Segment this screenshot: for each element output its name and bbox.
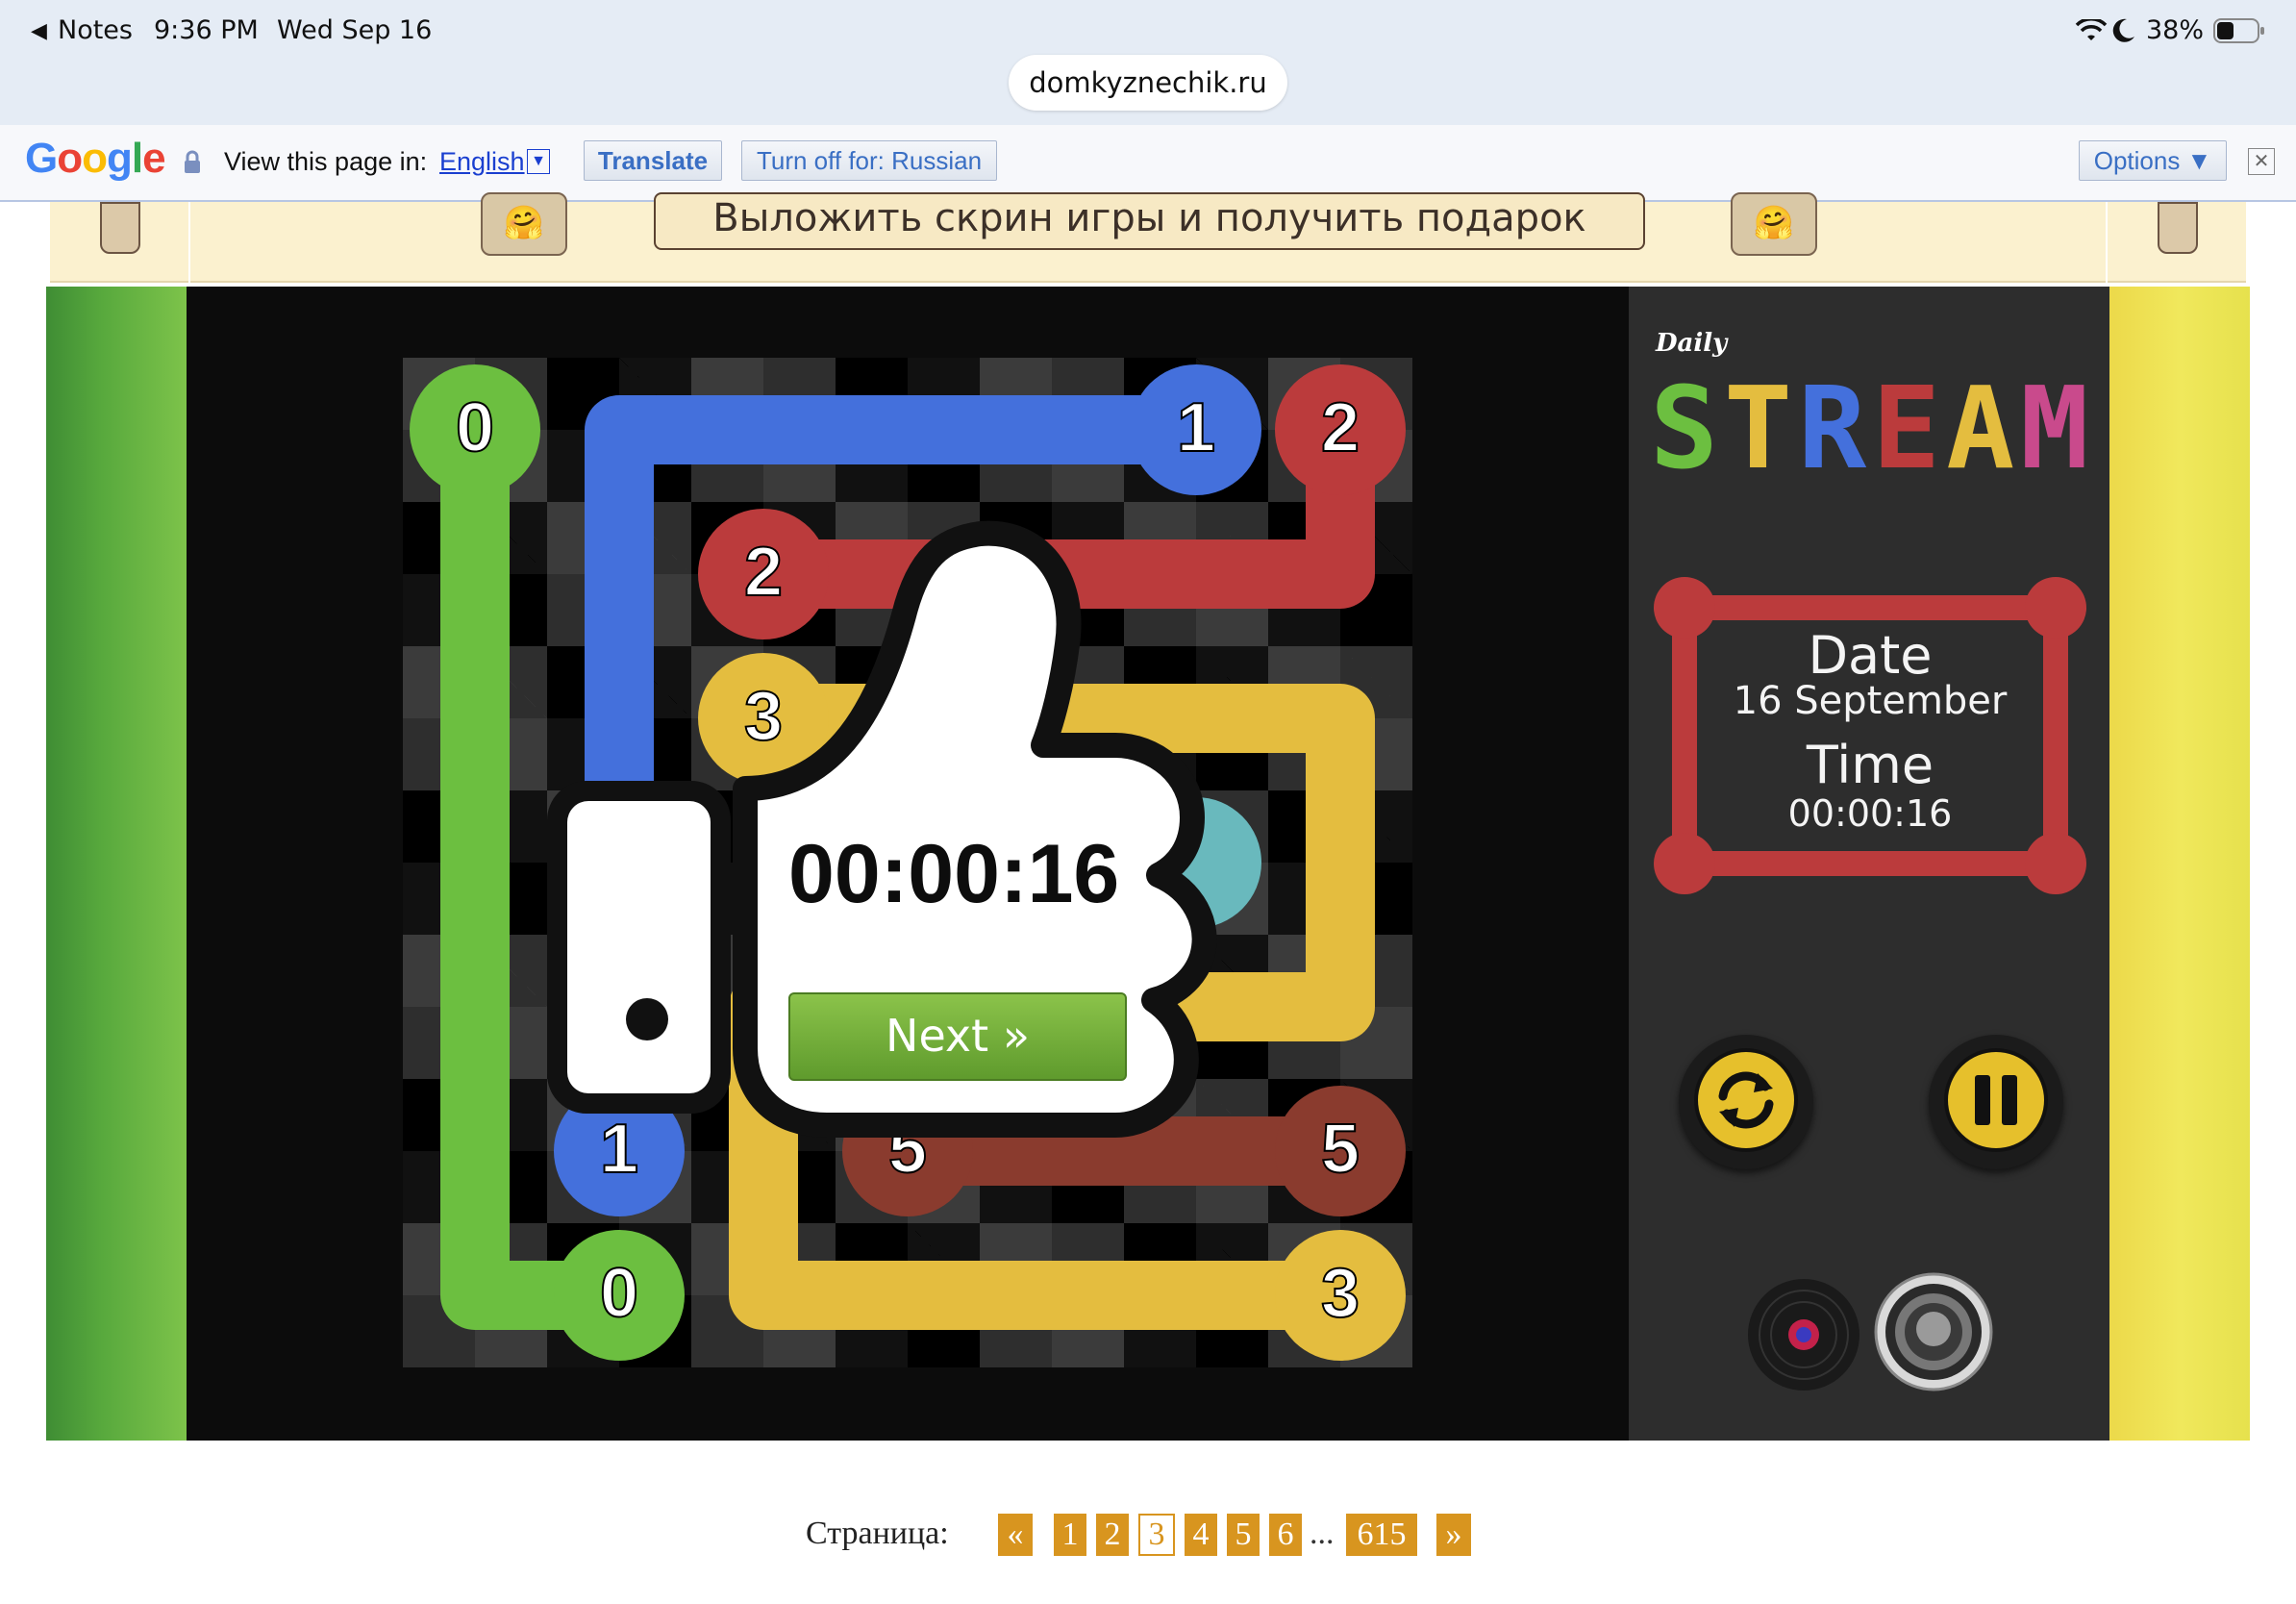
pagination-prev[interactable]: «: [998, 1514, 1033, 1556]
banner-divider: [2106, 202, 2108, 283]
endpoint-label: 0: [455, 388, 495, 467]
chevron-down-icon[interactable]: ▼: [527, 149, 550, 174]
moon-icon: [2112, 18, 2134, 42]
translate-button[interactable]: Translate: [584, 140, 722, 181]
refresh-icon: [1718, 1071, 1774, 1129]
date-label: Date: [1808, 625, 1933, 686]
share-screenshot-button[interactable]: Выложить скрин игры и получить подарок: [654, 192, 1645, 250]
right-wall: [2109, 287, 2250, 1441]
endpoint-label: 3: [1320, 1254, 1360, 1333]
pagination-ellipsis: ...: [1310, 1516, 1335, 1551]
hug-emoji-icon: 🤗: [1731, 192, 1817, 256]
pause-icon: [1975, 1075, 2017, 1125]
back-app-label[interactable]: Notes: [58, 15, 133, 45]
pagination-page-current[interactable]: 3: [1138, 1514, 1175, 1556]
pagination-page[interactable]: 5: [1227, 1514, 1260, 1556]
banner-tab: [100, 202, 140, 254]
lock-icon: [185, 150, 200, 173]
stream-logo-letter: A: [1946, 362, 2021, 494]
pagination-label: Страница:: [806, 1516, 949, 1551]
wifi-icon: [2075, 19, 2108, 40]
stream-logo-letter: R: [1798, 362, 1873, 494]
result-time: 00:00:16: [788, 828, 1120, 920]
stream-logo-letter: E: [1872, 362, 1947, 494]
pagination-page[interactable]: 4: [1185, 1514, 1217, 1556]
endpoint-label: 1: [1176, 388, 1216, 467]
pagination-page[interactable]: 2: [1096, 1514, 1129, 1556]
google-logo: Google: [25, 135, 166, 182]
speaker-icon[interactable]: [1873, 1271, 1994, 1392]
endpoint-label: 5: [1320, 1110, 1360, 1189]
pagination-next[interactable]: »: [1436, 1514, 1471, 1556]
banner-tab: [2158, 202, 2198, 254]
pagination-page[interactable]: 1: [1054, 1514, 1086, 1556]
time-label: Time: [1806, 735, 1934, 795]
banner-divider: [188, 202, 190, 283]
restart-button[interactable]: [1679, 1035, 1813, 1169]
turn-off-button[interactable]: Turn off for: Russian: [741, 140, 997, 181]
date-value: 16 September: [1733, 679, 2008, 723]
back-arrow-icon[interactable]: ◀: [31, 19, 47, 43]
endpoint-label: 0: [599, 1254, 639, 1333]
endpoint-label: 2: [1320, 388, 1360, 467]
hug-emoji-icon: 🤗: [481, 192, 567, 256]
url-bar[interactable]: domkyznechik.ru: [1009, 55, 1287, 111]
status-date: Wed Sep 16: [277, 15, 433, 45]
pagination-page-last[interactable]: 615: [1346, 1514, 1417, 1556]
left-wall: [46, 287, 187, 1441]
stream-logo: STREAM: [1650, 362, 2094, 494]
pause-button[interactable]: [1929, 1035, 2063, 1169]
options-button[interactable]: Options ▼: [2079, 140, 2227, 181]
battery-icon: [2213, 18, 2264, 43]
battery-percent: 38%: [2146, 15, 2205, 45]
next-level-button[interactable]: Next »: [788, 992, 1127, 1081]
pagination-page[interactable]: 6: [1269, 1514, 1302, 1556]
close-icon[interactable]: ✕: [2248, 148, 2275, 175]
record-icon[interactable]: [1744, 1275, 1863, 1394]
time-value: 00:00:16: [1787, 792, 1953, 835]
stream-logo-letter: M: [2020, 362, 2095, 494]
stream-logo-letter: T: [1724, 362, 1799, 494]
status-time: 9:36 PM: [154, 15, 259, 45]
stream-logo-letter: S: [1650, 362, 1725, 494]
logo-daily: Daily: [1656, 329, 1728, 358]
translate-prompt: View this page in:: [224, 147, 428, 176]
language-select[interactable]: English: [439, 147, 525, 177]
